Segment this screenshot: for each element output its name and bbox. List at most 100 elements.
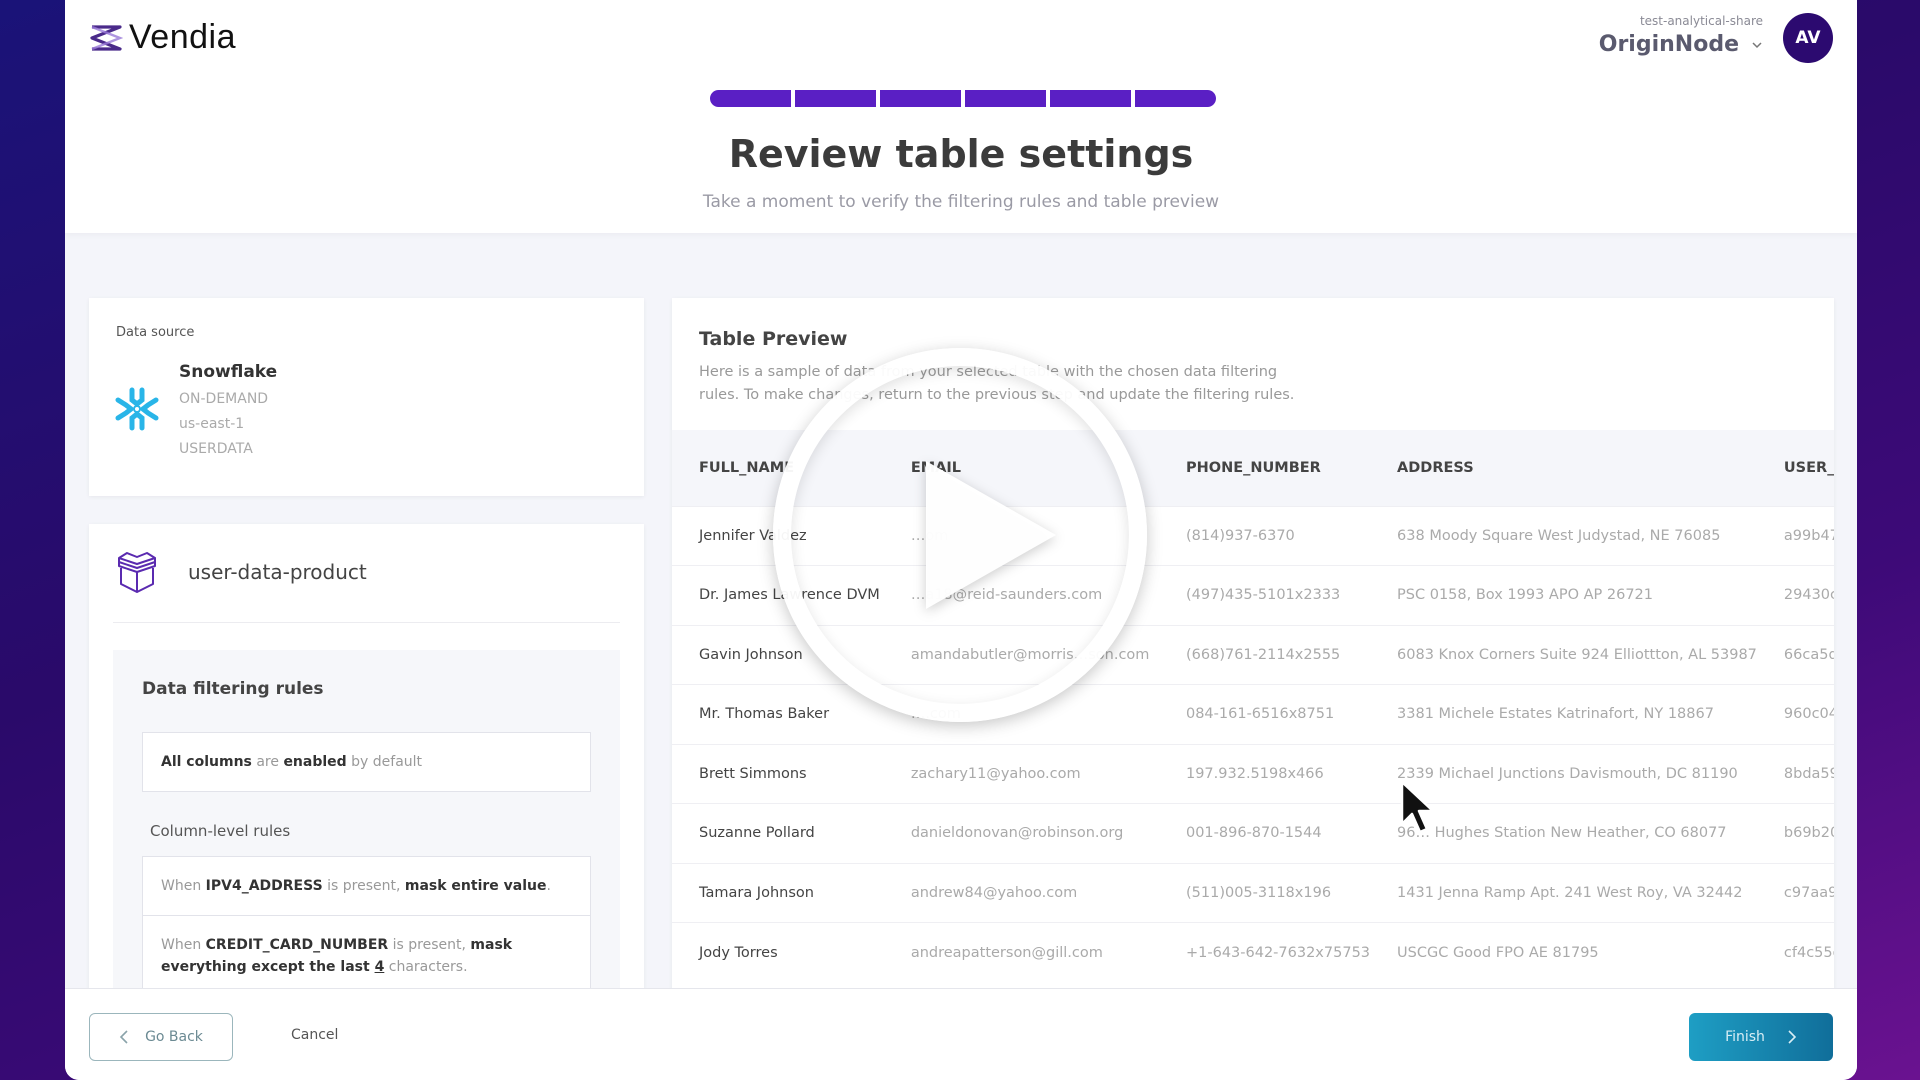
- table-cell-phone-number: 001-896-870-1544: [1158, 803, 1371, 863]
- rule-text: are: [251, 754, 284, 770]
- go-back-label: Go Back: [145, 1029, 203, 1045]
- vendia-logo[interactable]: Vendia: [89, 18, 236, 57]
- table-cell-phone-number: 197.932.5198x466: [1158, 743, 1371, 804]
- cancel-button[interactable]: Cancel: [291, 1027, 338, 1043]
- table-cell-phone-number: (511)005-3118x196: [1158, 862, 1371, 923]
- table-cell-user-id: a99b47fd-5: [1756, 505, 1834, 566]
- org-name: OriginNode: [1598, 32, 1739, 57]
- table-cell-full-name: Tamara Johnson: [672, 862, 884, 923]
- play-icon: [926, 461, 1056, 609]
- rule-text: When: [161, 878, 206, 894]
- user-avatar[interactable]: AV: [1783, 13, 1833, 63]
- rule-text: When: [161, 937, 206, 953]
- column-header: USER_ID: [1756, 430, 1834, 506]
- rule-text: characters.: [384, 959, 468, 975]
- chevron-left-icon: [119, 1030, 128, 1044]
- progress-step: [1050, 90, 1131, 107]
- table-cell-phone-number: +1-643-642-7632x75753: [1158, 922, 1371, 982]
- filtering-rules-title: Data filtering rules: [142, 679, 324, 699]
- vendia-logo-icon: [90, 24, 123, 51]
- org-subtitle: test-analytical-share: [1639, 14, 1763, 28]
- chevron-right-icon: [1788, 1030, 1797, 1044]
- rule-count: 4: [374, 959, 385, 975]
- table-cell-address: PSC 0158, Box 1993 APO AP 26721: [1370, 565, 1757, 625]
- table-cell-user-id: 960c04e1-6: [1756, 684, 1834, 744]
- column-rules-label: Column-level rules: [150, 822, 291, 840]
- table-cell-email: andreapatterson@gill.com: [883, 922, 1159, 982]
- table-cell-email: zachary11@yahoo.com: [883, 743, 1159, 804]
- table-cell-full-name: Suzanne Pollard: [672, 803, 884, 863]
- rule-column: CREDIT_CARD_NUMBER: [205, 937, 389, 953]
- table-row[interactable]: Suzanne Pollard danieldonovan@robinson.or…: [672, 803, 1834, 863]
- table-cell-phone-number: (497)435-5101x2333: [1158, 565, 1371, 625]
- data-source-mode: ON-DEMAND: [179, 391, 269, 407]
- finish-label: Finish: [1725, 1029, 1765, 1045]
- rule-action: mask entire value: [404, 878, 547, 894]
- progress-step: [1135, 90, 1216, 107]
- footer-bar: Go Back Cancel Finish: [65, 988, 1857, 1080]
- filtering-rules-panel: Data filtering rules All columns are ena…: [113, 650, 620, 994]
- table-cell-full-name: Brett Simmons: [672, 743, 884, 804]
- logo-text: Vendia: [129, 18, 236, 56]
- rule-text: is present,: [388, 937, 471, 953]
- rule-text-bold: enabled: [283, 754, 347, 770]
- table-cell-address: USCGC Good FPO AE 81795: [1370, 922, 1757, 982]
- finish-button[interactable]: Finish: [1689, 1013, 1833, 1061]
- column-header: ADDRESS: [1370, 430, 1757, 506]
- table-cell-user-id: 8bda592b-: [1756, 743, 1834, 804]
- rule-text: by default: [346, 754, 423, 770]
- go-back-button[interactable]: Go Back: [89, 1013, 233, 1061]
- table-cell-phone-number: (814)937-6370: [1158, 505, 1371, 566]
- data-source-name: Snowflake: [179, 362, 278, 382]
- page-title: Review table settings: [728, 132, 1194, 176]
- progress-step: [710, 90, 791, 107]
- table-cell-email: andrew84@yahoo.com: [883, 862, 1159, 923]
- table-preview-title: Table Preview: [699, 328, 848, 350]
- default-rule: All columns are enabled by default: [142, 732, 591, 792]
- table-row[interactable]: Brett Simmons zachary11@yahoo.com 197.932.…: [672, 743, 1834, 804]
- data-source-card: Data source Snowflake ON-DEMAND us-east-…: [89, 298, 644, 496]
- play-button[interactable]: [773, 348, 1147, 722]
- table-cell-address: 3381 Michele Estates Katrinafort, NY 188…: [1370, 684, 1757, 744]
- rule-text-bold: All columns: [161, 754, 252, 770]
- chevron-down-icon: [1752, 41, 1762, 48]
- table-cell-full-name: Mr. Thomas Baker: [672, 684, 884, 744]
- progress-stepper: [710, 90, 1216, 107]
- column-header: PHONE_NUMBER: [1158, 430, 1371, 506]
- table-row[interactable]: Jody Torres andreapatterson@gill.com +1-64…: [672, 922, 1834, 982]
- progress-step: [795, 90, 876, 107]
- rule-text: is present,: [322, 878, 405, 894]
- table-cell-address: 1431 Jenna Ramp Apt. 241 West Roy, VA 32…: [1370, 862, 1757, 923]
- data-source-database: USERDATA: [179, 441, 253, 457]
- rule-column: IPV4_ADDRESS: [205, 878, 323, 894]
- table-cell-user-id: c97aa950-: [1756, 862, 1834, 923]
- box-icon: [118, 552, 156, 593]
- column-rule: When CREDIT_CARD_NUMBER is present, mask…: [142, 915, 591, 994]
- table-cell-user-id: 66ca5d4f-b: [1756, 624, 1834, 685]
- table-cell-user-id: 29430ca0-: [1756, 565, 1834, 625]
- snowflake-icon: [115, 387, 159, 431]
- table-cell-full-name: Jody Torres: [672, 922, 884, 982]
- table-cell-email: danieldonovan@robinson.org: [883, 803, 1159, 863]
- progress-step: [965, 90, 1046, 107]
- divider: [113, 622, 620, 623]
- progress-step: [880, 90, 961, 107]
- table-cell-address: 638 Moody Square West Judystad, NE 76085: [1370, 505, 1757, 566]
- org-switcher[interactable]: test-analytical-share OriginNode: [1599, 14, 1763, 57]
- data-source-label: Data source: [116, 325, 195, 340]
- data-product-name: user-data-product: [188, 560, 367, 584]
- table-cell-user-id: b69b208f-: [1756, 803, 1834, 863]
- table-cell-phone-number: (668)761-2114x2555: [1158, 624, 1371, 685]
- rule-text: .: [546, 878, 551, 894]
- page-subtitle: Take a moment to verify the filtering ru…: [702, 192, 1220, 212]
- table-cell-phone-number: 084-161-6516x8751: [1158, 684, 1371, 744]
- table-row[interactable]: Mr. Thomas Baker ….com 084-161-6516x8751 33…: [672, 684, 1834, 744]
- header: Vendia test-analytical-share OriginNode …: [65, 0, 1857, 233]
- data-product-card: user-data-product Data filtering rules A…: [89, 524, 644, 994]
- table-cell-user-id: cf4c55d6-7: [1756, 922, 1834, 982]
- column-rule: When IPV4_ADDRESS is present, mask entir…: [142, 856, 591, 916]
- table-cell-address: 6083 Knox Corners Suite 924 Elliottton, …: [1370, 624, 1757, 685]
- data-source-region: us-east-1: [179, 416, 245, 432]
- mouse-cursor-icon: [1400, 780, 1435, 834]
- table-row[interactable]: Tamara Johnson andrew84@yahoo.com (511)005…: [672, 862, 1834, 923]
